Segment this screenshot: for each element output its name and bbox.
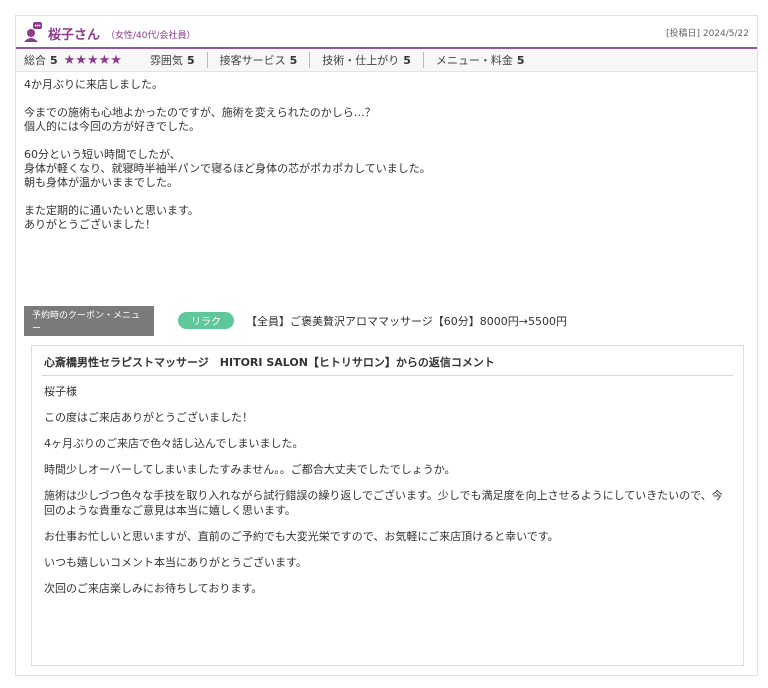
coupon-name[interactable]: 【全員】ご褒美贅沢アロママッサージ【60分】8000円→5500円 [246, 313, 567, 329]
author-name: 桜子さん [48, 28, 101, 43]
rating-menu-value: 5 [516, 53, 525, 67]
reply-body: 桜子様 この度はご来店ありがとうございました！ 4ヶ月ぶりのご来店で色々話し込ん… [42, 376, 733, 596]
reply-paragraph: 施術は少しづつ色々な手技を取り入れながら試行錯誤の繰り返しでございます。少しでも… [44, 489, 723, 517]
reply-paragraph: 桜子様 [44, 385, 77, 398]
review-line: 朝も身体が温かいままでした。 [24, 176, 178, 189]
overall-value: 5 [50, 53, 58, 67]
author-attributes: （女性/40代/会社員） [106, 31, 196, 41]
rating-menu-label: メニュー・料金 [435, 54, 513, 67]
reply-paragraph: いつも嬉しいコメント本当にありがとうございます。 [44, 556, 307, 569]
reply-paragraph: 4ヶ月ぶりのご来店で色々話し込んでしまいました。 [44, 437, 304, 450]
divider [309, 52, 311, 68]
review-line: 4か月ぶりに来店しました。 [24, 78, 163, 91]
rating-technique-label: 技術・仕上がり [322, 54, 400, 67]
ratings-bar: 総合 5 ★★★★★ 雰囲気 5 接客サービス 5 技術・仕上がり 5 メニュー… [16, 49, 757, 72]
divider [422, 52, 424, 68]
overall-label: 総合 [24, 54, 46, 67]
coupon-label: 予約時のクーポン・メニュー [24, 305, 154, 336]
rating-atmosphere-value: 5 [186, 53, 195, 67]
reply-paragraph: 時間少しオーバーしてしまいましたすみません。。ご都合大丈夫でしたでしょうか。 [44, 463, 456, 476]
review-line: 今までの施術も心地よかったのですが、施術を変えられたのかしら…？ [24, 106, 376, 119]
coupon-category-tag: リラク [178, 312, 234, 329]
reply-title: 心斎橋男性セラピストマッサージ HITORI SALON【ヒトリサロン】からの返… [42, 346, 733, 376]
review-header: 桜子さん （女性/40代/会社員） [投稿日] 2024/5/22 [16, 16, 757, 49]
reply-paragraph: 次回のご来店楽しみにお待ちしております。 [44, 582, 263, 595]
review-line: 60分という短い時間でしたが、 [24, 148, 181, 161]
coupon-row: 予約時のクーポン・メニュー リラク 【全員】ご褒美贅沢アロママッサージ【60分】… [24, 305, 567, 336]
review-line: 身体が軽くなり、就寝時半袖半パンで寝るほど身体の芯がポカポカしていました。 [24, 162, 431, 175]
review-line: ありがとうございました！ [24, 218, 156, 231]
user-avatar-icon [24, 22, 42, 42]
review-card: 桜子さん （女性/40代/会社員） [投稿日] 2024/5/22 総合 5 ★… [15, 15, 758, 676]
reply-paragraph: お仕事お忙しいと思いますが、直前のご予約でも大変光栄ですので、お気軽にご来店頂け… [44, 530, 559, 543]
post-date: [投稿日] 2024/5/22 [665, 29, 749, 39]
rating-technique-value: 5 [403, 53, 411, 67]
review-line: また定期的に通いたいと思います。 [24, 204, 199, 217]
review-line: 個人的には今回の方が好きでした。 [24, 120, 200, 133]
salon-reply: 心斎橋男性セラピストマッサージ HITORI SALON【ヒトリサロン】からの返… [31, 345, 744, 666]
rating-service-label: 接客サービス [219, 54, 286, 67]
reply-paragraph: この度はご来店ありがとうございました！ [44, 411, 253, 424]
rating-service-value: 5 [289, 53, 298, 67]
rating-atmosphere-label: 雰囲気 [149, 54, 183, 67]
divider [206, 52, 208, 68]
star-rating-icon: ★★★★★ [63, 52, 122, 68]
review-body: 4か月ぶりに来店しました。 今までの施術も心地よかったのですが、施術を変えられた… [16, 72, 757, 238]
